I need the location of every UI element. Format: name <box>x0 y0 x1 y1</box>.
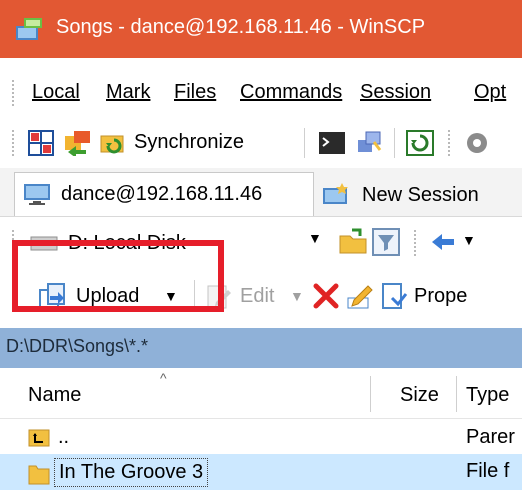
session-tabs: dance@192.168.11.46 New Session <box>0 168 522 217</box>
local-path: D:\DDR\Songs\*.* <box>6 336 149 356</box>
filter-icon[interactable] <box>372 228 400 256</box>
synchronize-button[interactable]: Synchronize <box>134 131 244 154</box>
console-icon[interactable] <box>318 130 346 156</box>
edit-dropdown-icon[interactable]: ▼ <box>290 288 304 304</box>
parent-folder-icon <box>28 429 50 447</box>
toolbar-grip[interactable] <box>12 130 17 156</box>
local-remote-view-icon[interactable] <box>28 130 54 156</box>
tab-new-session-label: New Session <box>362 184 479 206</box>
column-divider-1[interactable] <box>370 376 371 412</box>
back-dropdown-icon[interactable]: ▼ <box>462 232 476 248</box>
winscp-app-icon[interactable] <box>14 14 44 44</box>
menu-files[interactable]: Files <box>174 81 216 104</box>
tab-new-session[interactable]: New Session <box>318 172 518 215</box>
column-size[interactable]: Size <box>400 384 439 407</box>
column-type[interactable]: Type <box>466 384 509 407</box>
delete-icon[interactable] <box>312 282 340 310</box>
sort-ascending-icon: ^ <box>160 370 167 386</box>
window-title: Songs - dance@192.168.11.46 - WinSCP <box>56 16 426 38</box>
properties-button[interactable]: Prope <box>414 285 467 308</box>
file-type: File f <box>466 460 510 482</box>
file-list-header: Name ^ Size Type <box>0 368 522 419</box>
folder-icon <box>28 465 50 485</box>
menu-local[interactable]: Local <box>32 81 80 104</box>
upload-highlight-box <box>12 240 224 312</box>
tab-dance-session[interactable]: dance@192.168.11.46 <box>14 172 314 216</box>
rename-icon[interactable] <box>346 282 374 310</box>
monitor-icon <box>24 184 50 205</box>
column-name[interactable]: Name <box>28 384 81 407</box>
toolbar-separator <box>304 128 305 158</box>
toolbar-grip-2[interactable] <box>448 130 453 156</box>
main-toolbar: Synchronize <box>0 118 522 168</box>
file-row-in-the-groove-3[interactable]: In The Groove 3 File f <box>0 454 522 490</box>
file-name: In The Groove 3 <box>54 458 209 487</box>
file-name: .. <box>58 426 70 448</box>
local-path-bar[interactable]: D:\DDR\Songs\*.* <box>0 328 522 368</box>
edit-button[interactable]: Edit <box>240 285 274 308</box>
compare-directories-icon[interactable] <box>64 130 92 156</box>
menu-grip[interactable] <box>12 80 17 106</box>
menu-options[interactable]: Opt <box>474 81 506 104</box>
properties-icon[interactable] <box>380 282 408 310</box>
menu-session[interactable]: Session <box>360 81 431 104</box>
back-arrow-icon[interactable] <box>430 232 456 252</box>
putty-icon[interactable] <box>356 130 384 156</box>
menu-commands[interactable]: Commands <box>240 81 342 104</box>
toolbar-separator-2 <box>394 128 395 158</box>
file-row-parent[interactable]: .. Parer <box>0 420 522 456</box>
title-bar: Songs - dance@192.168.11.46 - WinSCP <box>0 0 522 58</box>
column-divider-2[interactable] <box>456 376 457 412</box>
open-folder-icon[interactable] <box>338 228 368 256</box>
new-session-icon <box>323 183 348 204</box>
menu-mark[interactable]: Mark <box>106 81 150 104</box>
refresh-icon[interactable] <box>406 130 434 156</box>
synchronize-icon[interactable] <box>100 130 128 156</box>
menu-bar: Local Mark Files Commands Session Opt <box>0 68 522 118</box>
address-grip-2[interactable] <box>414 230 419 256</box>
file-type: Parer <box>466 426 515 448</box>
tab-dance-session-label: dance@192.168.11.46 <box>61 183 263 205</box>
chevron-down-icon[interactable]: ▼ <box>308 230 322 246</box>
gear-icon[interactable] <box>462 128 492 158</box>
